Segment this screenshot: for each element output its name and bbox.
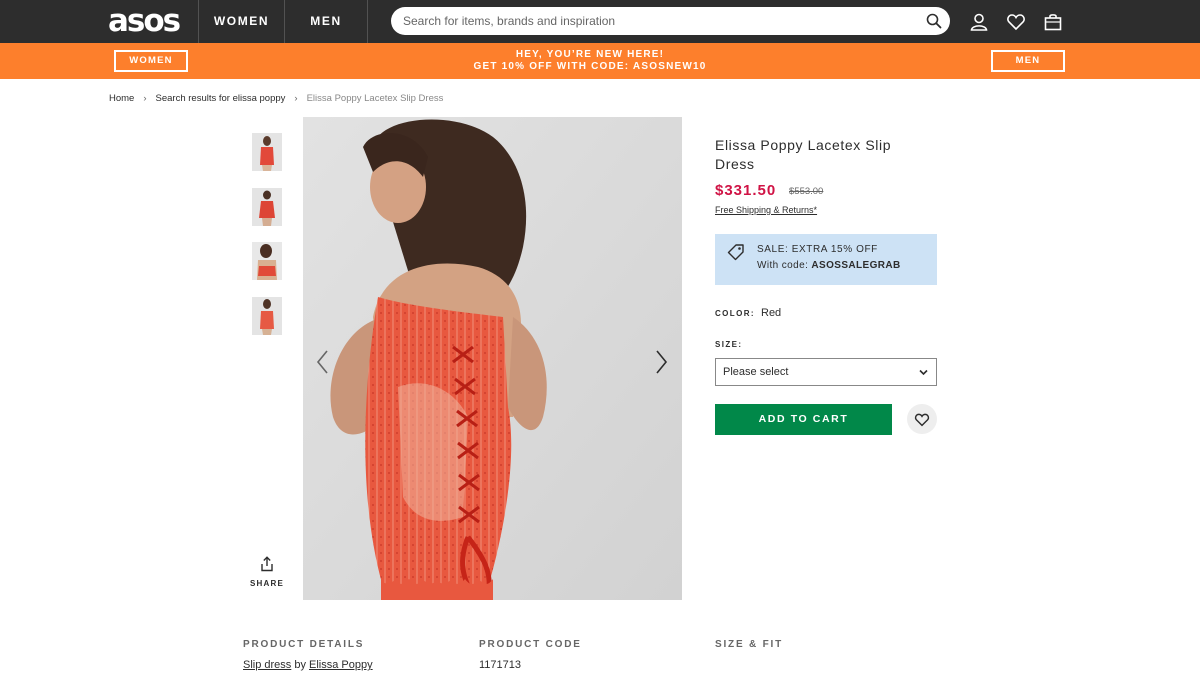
promo-line-1: HEY, YOU’RE NEW HERE! bbox=[515, 49, 665, 60]
price-tag-icon bbox=[727, 244, 744, 261]
promo-women-button[interactable]: WOMEN bbox=[114, 50, 188, 72]
sale-code: ASOSSALEGRAB bbox=[811, 260, 901, 271]
heart-icon bbox=[914, 413, 930, 427]
share-button[interactable]: SHARE bbox=[249, 556, 285, 588]
free-shipping-link[interactable]: Free Shipping & Returns* bbox=[715, 205, 817, 215]
promo-men-button[interactable]: MEN bbox=[991, 50, 1065, 72]
sale-text: SALE: EXTRA 15% OFF bbox=[757, 244, 878, 255]
color-value: Red bbox=[761, 307, 782, 319]
search-input[interactable] bbox=[403, 7, 913, 35]
breadcrumb: Home › Search results for elissa poppy › Eli… bbox=[109, 93, 443, 104]
main-product-image[interactable] bbox=[303, 117, 682, 600]
bag-icon[interactable] bbox=[1043, 12, 1063, 32]
product-description: Slip dress by Elissa Poppy bbox=[243, 659, 373, 671]
product-code-heading: PRODUCT CODE bbox=[479, 639, 582, 650]
sale-promo-box: SALE: EXTRA 15% OFF With code: ASOSSALEG… bbox=[715, 234, 937, 285]
breadcrumb-current: Elissa Poppy Lacetex Slip Dress bbox=[306, 93, 444, 104]
nav-women[interactable]: WOMEN bbox=[198, 0, 284, 43]
save-for-later-button[interactable] bbox=[907, 404, 937, 434]
breadcrumb-separator: › bbox=[143, 93, 147, 104]
breadcrumb-search[interactable]: Search results for elissa poppy bbox=[156, 93, 286, 104]
search-bar bbox=[391, 7, 950, 35]
color-label: COLOR: bbox=[715, 309, 755, 318]
asos-logo[interactable]: asos bbox=[108, 4, 181, 38]
breadcrumb-separator: › bbox=[294, 93, 298, 104]
slip-dress-link[interactable]: Slip dress bbox=[243, 659, 291, 671]
sale-code-prefix: With code: bbox=[757, 260, 812, 271]
size-label: SIZE: bbox=[715, 340, 743, 349]
thumbnail-2[interactable] bbox=[252, 188, 282, 226]
previous-image-arrow[interactable] bbox=[313, 347, 333, 377]
size-select[interactable]: Please select bbox=[715, 358, 937, 386]
promo-banner: WOMEN HEY, YOU’RE NEW HERE! GET 10% OFF … bbox=[0, 43, 1200, 79]
product-code-value: 1171713 bbox=[479, 659, 522, 671]
share-icon bbox=[261, 556, 273, 572]
promo-message[interactable]: HEY, YOU’RE NEW HERE! GET 10% OFF WITH C… bbox=[400, 49, 780, 73]
nav-men[interactable]: MEN bbox=[284, 0, 368, 43]
chevron-down-icon bbox=[919, 369, 928, 376]
breadcrumb-home[interactable]: Home bbox=[109, 93, 134, 104]
size-select-value: Please select bbox=[723, 366, 789, 378]
brand-link[interactable]: Elissa Poppy bbox=[309, 659, 373, 671]
was-price: $553.00 bbox=[789, 186, 824, 197]
thumbnail-4[interactable] bbox=[252, 297, 282, 335]
add-to-cart-button[interactable]: ADD TO CART bbox=[715, 404, 892, 435]
product-details-heading[interactable]: PRODUCT DETAILS bbox=[243, 639, 364, 650]
share-label: SHARE bbox=[249, 579, 284, 588]
thumbnail-1[interactable] bbox=[252, 133, 282, 171]
top-nav-bar: asos WOMEN MEN bbox=[0, 0, 1200, 43]
search-icon[interactable] bbox=[926, 13, 942, 29]
heart-icon[interactable] bbox=[1006, 12, 1026, 32]
product-title: Elissa Poppy Lacetex Slip Dress bbox=[715, 137, 892, 172]
sale-code-line: With code: ASOSSALEGRAB bbox=[757, 260, 901, 271]
promo-line-2: GET 10% OFF WITH CODE: ASOSNEW10 bbox=[473, 61, 707, 72]
description-by: by bbox=[291, 659, 310, 671]
size-fit-heading[interactable]: SIZE & FIT bbox=[715, 639, 783, 650]
thumbnail-3[interactable] bbox=[252, 242, 282, 280]
current-price: $331.50 bbox=[715, 182, 777, 199]
next-image-arrow[interactable] bbox=[651, 347, 671, 377]
account-icon[interactable] bbox=[969, 12, 989, 32]
